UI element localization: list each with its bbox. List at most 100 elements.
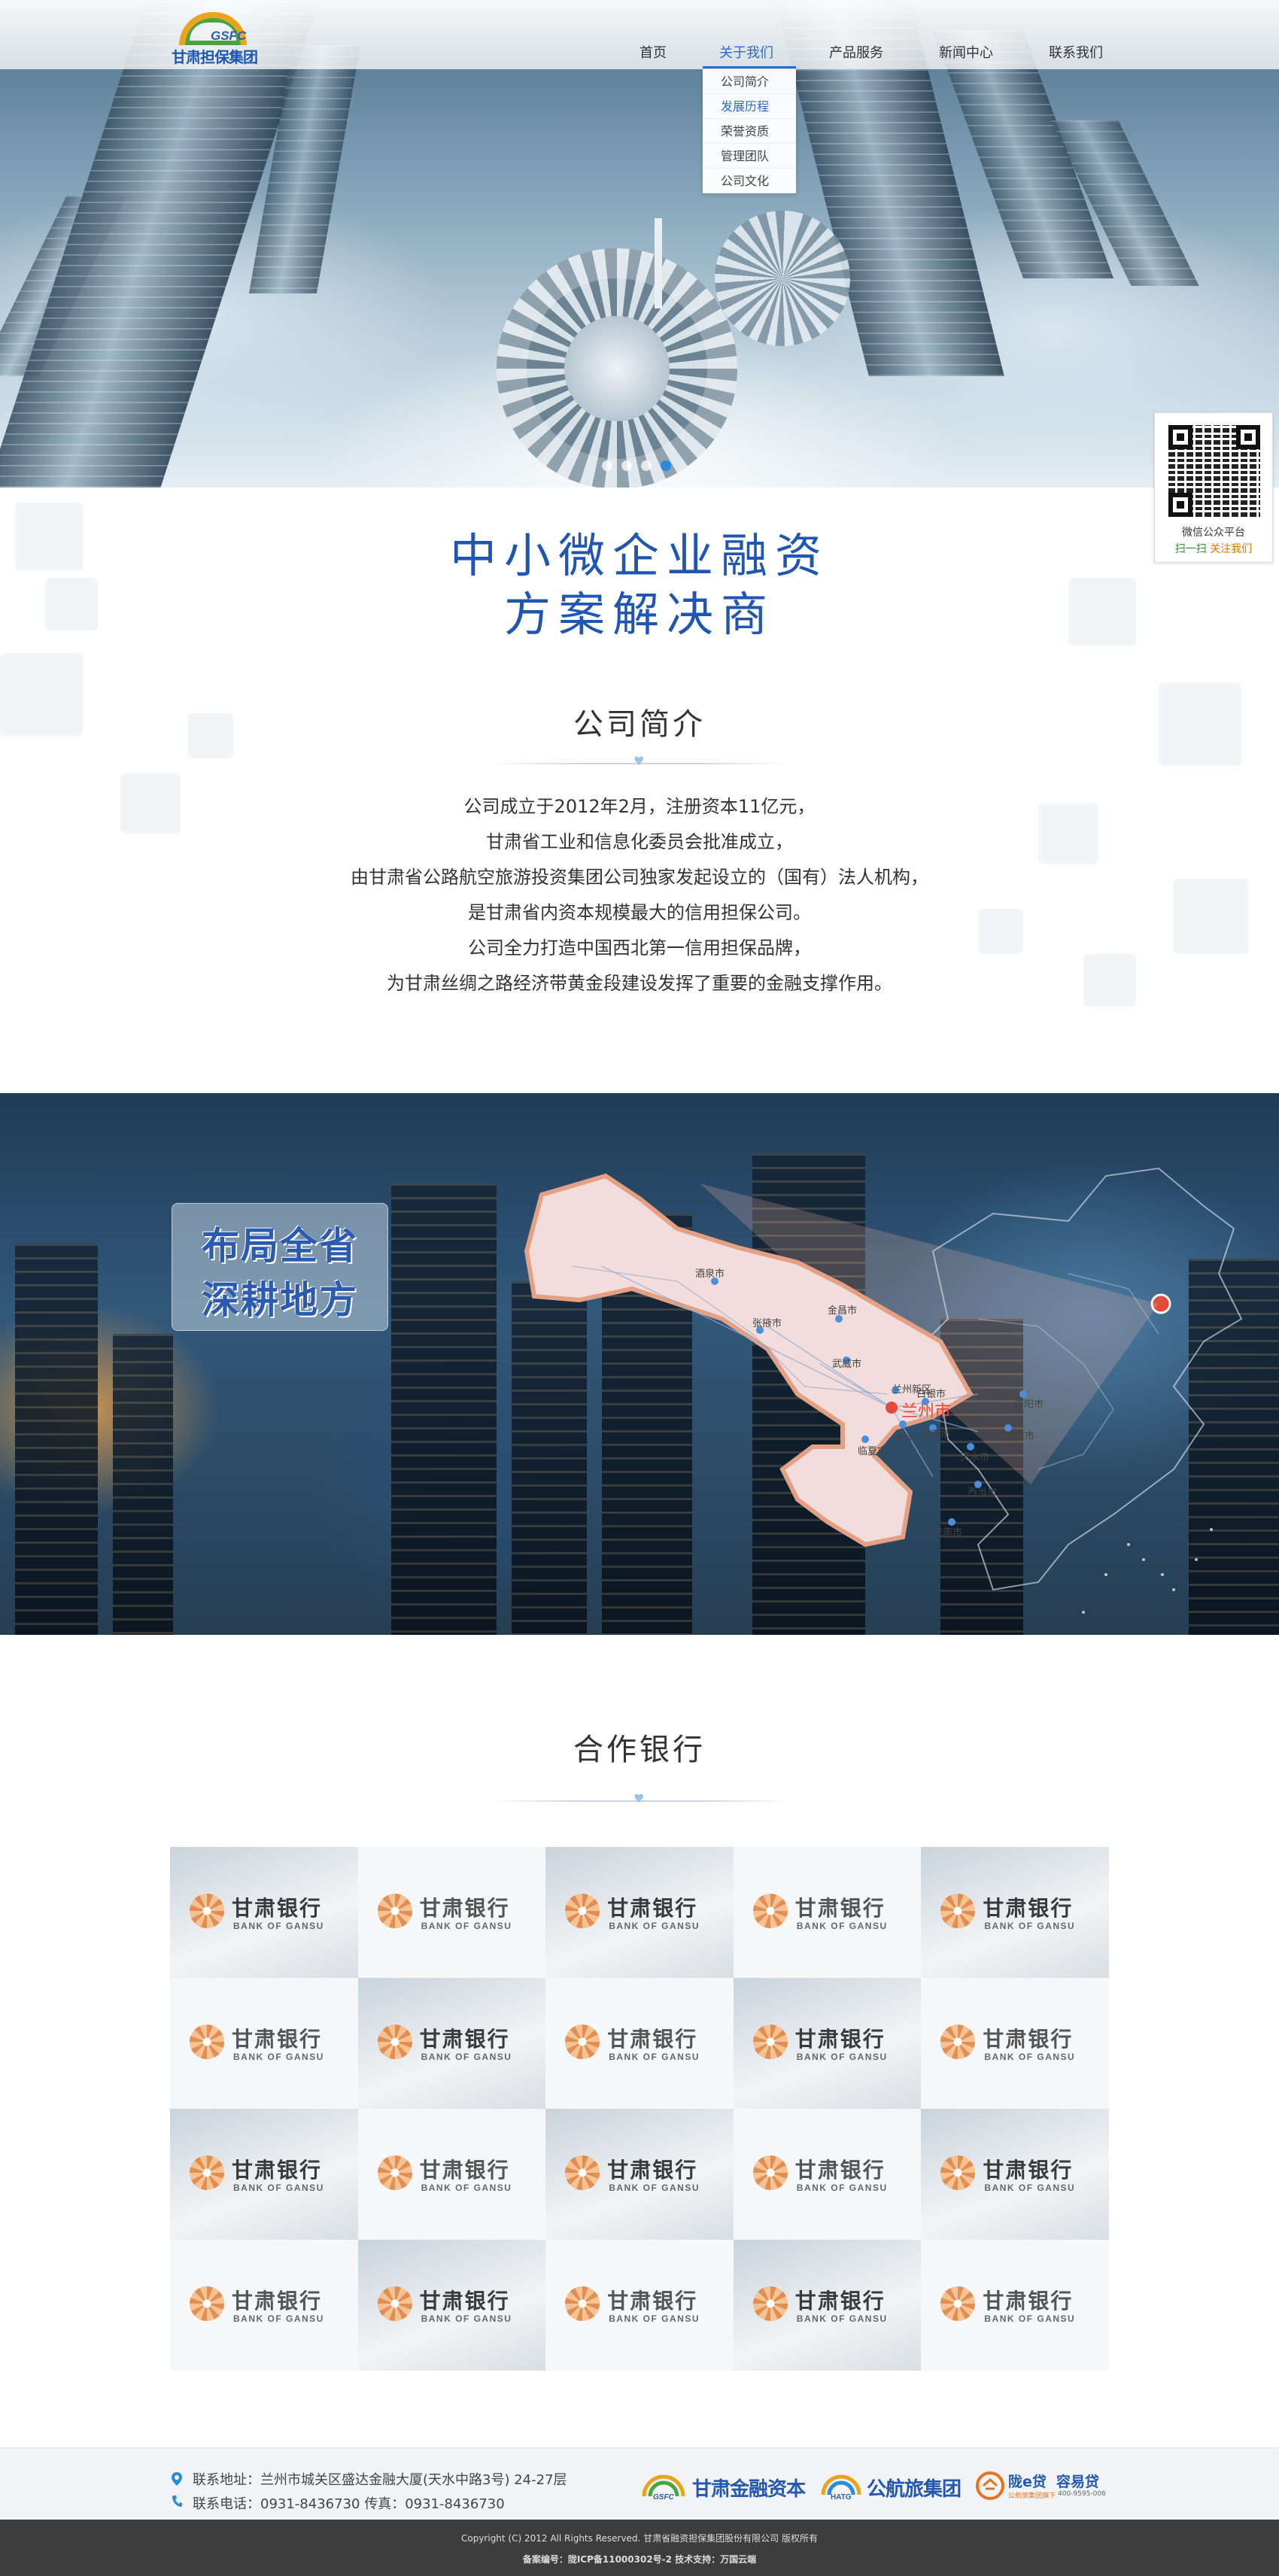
intro-paragraph: 甘肃省工业和信息化委员会批准成立， (486, 831, 793, 852)
slogan-line-1: 中小微企业融资 (449, 528, 829, 583)
bank-flower-icon (190, 2286, 224, 2321)
hero-banner (0, 0, 1279, 488)
city-label: 酒泉市 (695, 1268, 725, 1280)
bank-flower-icon (190, 2155, 224, 2190)
dropdown-item-culture[interactable]: 公司文化 (703, 169, 796, 193)
qr-scan-text: 扫一扫 (1174, 543, 1207, 555)
qr-code-icon (1168, 425, 1260, 517)
heart-icon: ♥ (633, 754, 645, 768)
nav-contact[interactable]: 联系我们 (1049, 42, 1103, 62)
bank-tile[interactable]: 甘肃银行 BANK OF GANSU (357, 1847, 546, 1978)
partner-name-2: 容易贷 (1056, 2474, 1100, 2490)
city-label: 金昌市 (828, 1305, 857, 1317)
footer-phone: 联系电话：0931-8436730 传真：0931-8436730 (193, 2496, 505, 2512)
bank-tile[interactable]: 甘肃银行 BANK OF GANSU (545, 2109, 734, 2240)
bank-tile[interactable]: 甘肃银行 BANK OF GANSU (733, 2109, 922, 2240)
partner-name: 公航旅集团 (867, 2478, 962, 2501)
bank-tile[interactable]: 甘肃银行 BANK OF GANSU (545, 2240, 734, 2371)
city-label: 平凉市 (1005, 1430, 1034, 1442)
dropdown-item-profile[interactable]: 公司简介 (703, 69, 796, 94)
intro-paragraph: 公司成立于2012年2月，注册资本11亿元， (463, 796, 816, 817)
gansu-map: 兰州市 酒泉市 张掖市 金昌市 武威市 兰州新区 白银市 定西市 临夏市 榆中 … (524, 1167, 1243, 1614)
city-label: 庆阳市 (1014, 1399, 1044, 1411)
section-title-intro: 公司简介 (573, 707, 706, 742)
bank-tile[interactable]: 甘肃银行 BANK OF GANSU (170, 2109, 358, 2240)
location-pin-icon (172, 2472, 182, 2486)
svg-text:GSFC: GSFC (653, 2493, 675, 2501)
company-intro-section: 中小微企业融资 方案解决商 公司简介 ♥ 公司成立于2012年2月，注册资本11… (0, 488, 1279, 1093)
slider-dot[interactable] (621, 460, 632, 471)
bank-flower-icon (940, 1894, 976, 1928)
bank-tile[interactable]: 甘肃银行 BANK OF GANSU (170, 1978, 358, 2109)
nav-products[interactable]: 产品服务 (829, 42, 883, 62)
logo-name: 甘肃担保集团 (172, 48, 258, 66)
nav-about[interactable]: 关于我们 (719, 42, 773, 62)
bank-tile[interactable]: 甘肃银行 BANK OF GANSU (357, 2109, 546, 2240)
slider-dot-active[interactable] (661, 460, 671, 471)
bank-flower-icon (752, 2025, 788, 2059)
bank-flower-icon (940, 2155, 976, 2190)
gansu-province (524, 1173, 974, 1548)
partner-banks-section: 合作银行 ♥ 甘肃银行 BANK OF GANSU 甘肃银行 BANK OF GAN… (0, 1635, 1279, 2447)
bank-tile[interactable]: 甘肃银行 BANK OF GANSU (921, 2109, 1109, 2240)
nav-news[interactable]: 新闻中心 (939, 42, 993, 62)
bank-flower-icon (752, 1894, 788, 1928)
bank-flower-icon (190, 2025, 224, 2059)
bank-tile[interactable]: 甘肃银行 BANK OF GANSU (357, 2240, 546, 2371)
bank-tile[interactable]: 甘肃银行 BANK OF GANSU (921, 1978, 1109, 2109)
bank-tile[interactable]: 甘肃银行 BANK OF GANSU (545, 1978, 734, 2109)
qr-caption: 扫一扫 关注我们 (1155, 541, 1272, 556)
top-nav-bar: GSFC 甘肃担保集团 首页 关于我们 产品服务 新闻中心 联系我们 (0, 0, 1279, 69)
company-logo[interactable]: GSFC 甘肃担保集团 (172, 9, 269, 66)
bank-tile[interactable]: 甘肃银行 BANK OF GANSU (170, 2240, 358, 2371)
wechat-qr-panel[interactable]: 微信公众平台 扫一扫 关注我们 (1154, 412, 1273, 563)
copyright-text: Copyright (C) 2012 All Rights Reserved. … (460, 2533, 818, 2544)
bank-tile[interactable]: 甘肃银行 BANK OF GANSU (357, 1978, 546, 2109)
city-label: 天水市 (960, 1451, 989, 1463)
city-label: 陇南市 (933, 1526, 962, 1539)
bank-flower-icon (377, 2025, 412, 2059)
city-label: 白银市 (916, 1388, 946, 1400)
rainbow-logo-icon: GSFC (642, 2474, 685, 2501)
bank-tile[interactable]: 甘肃银行 BANK OF GANSU (733, 1847, 922, 1978)
bank-flower-icon (377, 2155, 412, 2190)
partner-name: 陇e贷 (1008, 2474, 1047, 2490)
copyright-bar: Copyright (C) 2012 All Rights Reserved. … (0, 2520, 1279, 2576)
bank-flower-icon (565, 2286, 600, 2321)
logo-abbr: GSFC (211, 29, 247, 43)
city-label: 武威市 (832, 1358, 861, 1370)
bank-tile[interactable]: 甘肃银行 BANK OF GANSU (921, 1847, 1109, 1978)
bank-tile[interactable]: 甘肃银行 BANK OF GANSU (921, 2240, 1109, 2371)
bank-flower-icon (940, 2025, 976, 2059)
city-label: 张掖市 (752, 1317, 782, 1329)
dropdown-item-honors[interactable]: 荣誉资质 (703, 119, 796, 144)
bank-flower-icon (377, 2286, 412, 2321)
partner-sub: 公航旅集团旗下 (1008, 2492, 1056, 2500)
spire-image (655, 218, 662, 308)
city-label: 西当市 (968, 1487, 997, 1499)
bank-tile[interactable]: 甘肃银行 BANK OF GANSU (733, 1978, 922, 2109)
partner-eloan-logo[interactable]: 陇e贷 容易贷 公航旅集团旗下 400-9595-006 (975, 2471, 1110, 2501)
bank-tile[interactable]: 甘肃银行 BANK OF GANSU (733, 2240, 922, 2371)
dropdown-item-history[interactable]: 发展历程 (703, 94, 796, 119)
bank-flower-icon (752, 2155, 788, 2190)
about-dropdown-menu: 公司简介 发展历程 荣誉资质 管理团队 公司文化 (703, 69, 796, 193)
slider-dot[interactable] (641, 460, 652, 471)
bank-tile[interactable]: 甘肃银行 BANK OF GANSU (170, 1847, 358, 1978)
rooftop-image (715, 211, 850, 346)
bank-tile[interactable]: 甘肃银行 BANK OF GANSU (545, 1847, 734, 1978)
qr-follow-link[interactable]: 关注我们 (1210, 543, 1252, 555)
nav-home[interactable]: 首页 (640, 42, 667, 62)
rooftop-image (497, 248, 737, 488)
bank-flower-icon (752, 2286, 788, 2321)
intro-paragraph: 为甘肃丝绸之路经济带黄金段建设发挥了重要的金融支撑作用。 (387, 973, 892, 994)
intro-paragraph: 是甘肃省内资本规模最大的信用担保公司。 (468, 902, 811, 923)
slider-dot[interactable] (602, 460, 612, 471)
nav-active-underline (703, 66, 796, 68)
intro-paragraph: 由甘肃省公路航空旅游投资集团公司独家发起设立的（国有）法人机构， (351, 867, 928, 888)
partner-phone: 400-9595-006 (1058, 2490, 1106, 2498)
city-label: 临夏市 (858, 1445, 887, 1457)
capital-marker (886, 1402, 898, 1414)
dropdown-item-team[interactable]: 管理团队 (703, 144, 796, 169)
province-coverage-banner: 布局全省 深耕地方 兰州市 酒泉市 张掖市 金昌市 武威市 兰州新区 白银市 定… (0, 1093, 1279, 1635)
